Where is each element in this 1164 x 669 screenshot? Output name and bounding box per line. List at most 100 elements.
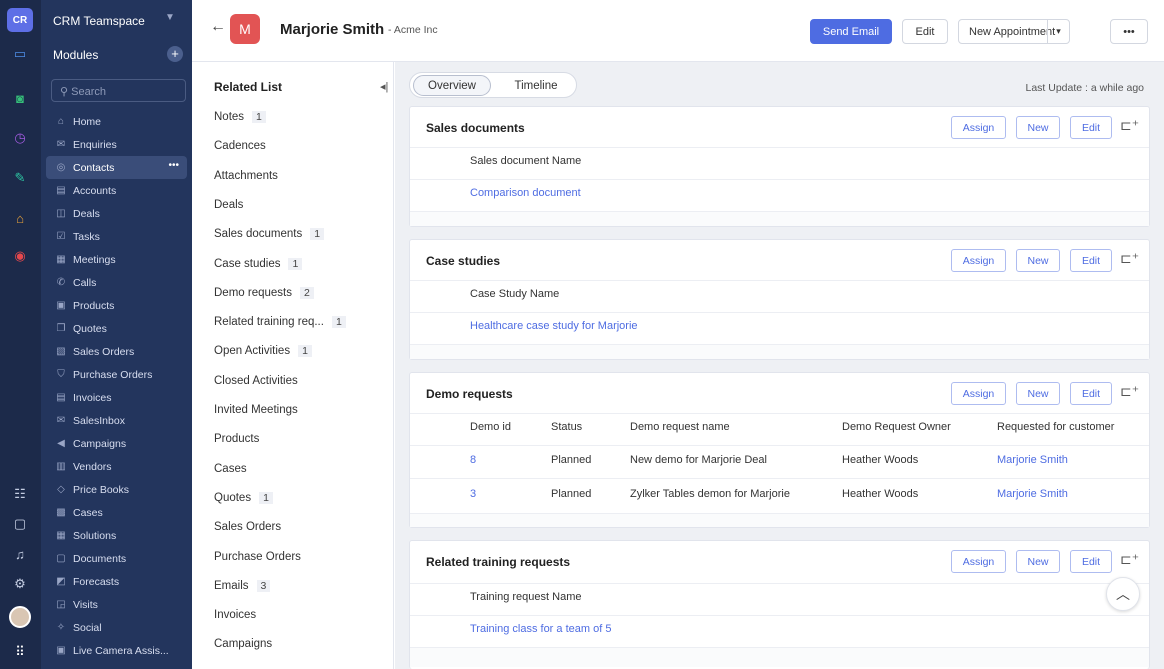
sidebar-item[interactable]: ▤ Accounts <box>46 179 187 202</box>
bell-icon[interactable]: ♫ <box>10 544 30 564</box>
feeds-icon[interactable]: ☷ <box>10 484 30 504</box>
tab-overview[interactable]: Overview <box>413 75 491 96</box>
user-avatar[interactable] <box>9 606 31 628</box>
edit-button[interactable]: Edit <box>1070 249 1112 272</box>
tab-timeline[interactable]: Timeline <box>498 75 574 96</box>
table-cell: Heather Woods <box>842 488 919 500</box>
sidebar-item[interactable]: ✉ Enquiries <box>46 133 187 156</box>
related-list-item[interactable]: Sales documents 1 <box>214 228 325 241</box>
assign-button[interactable]: Assign <box>951 249 1006 272</box>
sidebar-item[interactable]: ☑ Tasks <box>46 225 187 248</box>
sidebar-item[interactable]: ◩ Forecasts <box>46 570 187 593</box>
contact-account[interactable]: - Acme Inc <box>388 24 438 36</box>
related-list-item[interactable]: Sales Orders <box>214 521 281 533</box>
sidebar-item[interactable]: ▥ Vendors <box>46 455 187 478</box>
search-people-icon[interactable]: ◉ <box>10 246 30 266</box>
search-input[interactable]: ⚲ Search <box>51 79 186 102</box>
related-list-item[interactable]: Invoices <box>214 609 256 621</box>
pen-icon[interactable]: ✎ <box>10 168 30 188</box>
edit-button[interactable]: Edit <box>1070 382 1112 405</box>
sidebar-item[interactable]: ✉ SalesInbox <box>46 409 187 432</box>
module-icon: ◲ <box>56 599 66 610</box>
gear-icon[interactable]: ⚙ <box>10 574 30 594</box>
related-list-item[interactable]: Cases <box>214 463 247 475</box>
sidebar-item[interactable]: ❐ Quotes <box>46 317 187 340</box>
sidebar-item[interactable]: ◀ Campaigns <box>46 432 187 455</box>
related-list-item[interactable]: Related training req... 1 <box>214 316 346 329</box>
add-column-icon[interactable]: ⊏⁺ <box>1120 383 1139 400</box>
sidebar-item[interactable]: ◫ Deals <box>46 202 187 225</box>
back-arrow-icon[interactable]: ← <box>210 18 226 36</box>
new-appointment-button[interactable]: New Appointment ▾ <box>958 19 1070 44</box>
sidebar-item[interactable]: ⌂ Home <box>46 110 187 133</box>
collapse-panel-icon[interactable]: ◂| <box>380 80 388 93</box>
related-list-item[interactable]: Purchase Orders <box>214 551 301 563</box>
new-button[interactable]: New <box>1016 249 1060 272</box>
org-logo[interactable]: CR <box>7 8 33 32</box>
count-badge: 1 <box>288 257 303 270</box>
table-cell[interactable]: 3 <box>470 488 476 500</box>
add-column-icon[interactable]: ⊏⁺ <box>1120 117 1139 134</box>
chevron-down-icon[interactable]: ▾ <box>1047 20 1069 43</box>
sidebar-item[interactable]: ▣ Live Camera Assis... <box>46 639 187 662</box>
new-button[interactable]: New <box>1016 382 1060 405</box>
chevron-down-icon[interactable]: ▼ <box>165 12 175 23</box>
related-list-item[interactable]: Quotes 1 <box>214 491 273 504</box>
edit-button[interactable]: Edit <box>1070 116 1112 139</box>
table-cell[interactable]: Marjorie Smith <box>997 454 1068 466</box>
more-actions-button[interactable]: ••• <box>1110 19 1148 44</box>
more-icon[interactable]: ••• <box>168 160 179 171</box>
sidebar-item-label: Contacts <box>73 161 115 174</box>
case-study-link[interactable]: Healthcare case study for Marjorie <box>470 320 638 332</box>
sidebar-item[interactable]: ◇ Price Books <box>46 478 187 501</box>
sidebar-item[interactable]: ✆ Calls <box>46 271 187 294</box>
new-button[interactable]: New <box>1016 550 1060 573</box>
sidebar-item[interactable]: ◎ Contacts ••• <box>46 156 187 179</box>
edit-button[interactable]: Edit <box>902 19 948 44</box>
scroll-to-top-button[interactable]: ︿ <box>1106 577 1140 611</box>
sales-document-link[interactable]: Comparison document <box>470 187 581 199</box>
edit-button[interactable]: Edit <box>1070 550 1112 573</box>
teamspace-name[interactable]: CRM Teamspace <box>53 14 145 28</box>
sidebar-item[interactable]: ⛉ Purchase Orders <box>46 363 187 386</box>
related-list-item[interactable]: Products <box>214 433 259 445</box>
sidebar-item[interactable]: ▤ Invoices <box>46 386 187 409</box>
new-button[interactable]: New <box>1016 116 1060 139</box>
related-list-item[interactable]: Case studies 1 <box>214 257 303 270</box>
related-list-item[interactable]: Open Activities 1 <box>214 345 312 358</box>
related-list-item[interactable]: Notes 1 <box>214 111 266 123</box>
assign-button[interactable]: Assign <box>951 550 1006 573</box>
related-list-item[interactable]: Demo requests 2 <box>214 286 314 299</box>
related-list-item[interactable]: Invited Meetings <box>214 404 298 416</box>
sidebar-item[interactable]: ▢ Documents <box>46 547 187 570</box>
view-tabs: Overview Timeline <box>409 72 577 98</box>
clock-icon[interactable]: ◷ <box>10 128 30 148</box>
related-list-item[interactable]: Attachments <box>214 170 278 182</box>
related-list-item[interactable]: Cadences <box>214 140 266 152</box>
add-module-icon[interactable]: + <box>167 46 183 62</box>
assign-button[interactable]: Assign <box>951 382 1006 405</box>
add-column-icon[interactable]: ⊏⁺ <box>1120 551 1139 568</box>
related-list-item[interactable]: Closed Activities <box>214 375 298 387</box>
sidebar-item[interactable]: ▩ Cases <box>46 501 187 524</box>
related-list-item[interactable]: Emails 3 <box>214 579 271 592</box>
training-request-link[interactable]: Training class for a team of 5 <box>470 623 611 635</box>
sidebar-item[interactable]: ▦ Meetings <box>46 248 187 271</box>
sidebar-item[interactable]: ✧ Social <box>46 616 187 639</box>
apps-grid-icon[interactable]: ⠿ <box>10 642 30 662</box>
related-list-item[interactable]: Deals <box>214 199 243 211</box>
analytics-icon[interactable]: ◙ <box>10 88 30 108</box>
sidebar-item[interactable]: ▣ Products <box>46 294 187 317</box>
folder-icon[interactable]: ▭ <box>10 44 30 64</box>
bank-icon[interactable]: ⌂ <box>10 208 30 228</box>
related-list-item[interactable]: Campaigns <box>214 638 272 650</box>
tablet-icon[interactable]: ▢ <box>10 514 30 534</box>
sidebar-item[interactable]: ▦ Solutions <box>46 524 187 547</box>
send-email-button[interactable]: Send Email <box>810 19 892 44</box>
add-column-icon[interactable]: ⊏⁺ <box>1120 250 1139 267</box>
sidebar-item[interactable]: ▧ Sales Orders <box>46 340 187 363</box>
sidebar-item[interactable]: ◲ Visits <box>46 593 187 616</box>
table-cell[interactable]: 8 <box>470 454 476 466</box>
table-cell[interactable]: Marjorie Smith <box>997 488 1068 500</box>
assign-button[interactable]: Assign <box>951 116 1006 139</box>
